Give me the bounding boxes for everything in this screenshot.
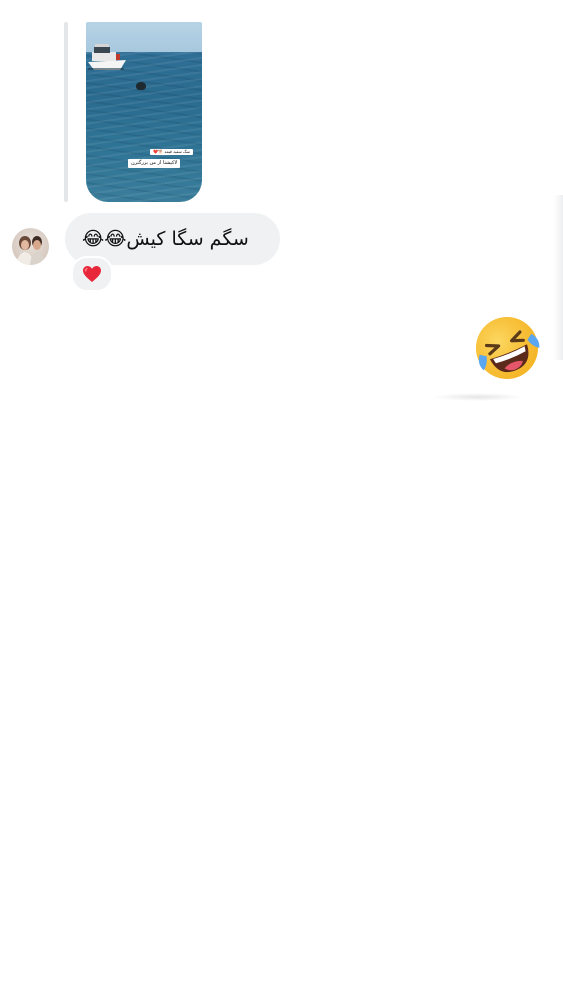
- message-text: سگم سگا کیش😂😂: [82, 228, 249, 250]
- post-caption-main: لاکپشتا از من بزرگترن: [128, 159, 181, 168]
- post-caption-top: سگ سفید قیفه 🐕❤️: [150, 149, 193, 155]
- post-sea: [86, 52, 202, 202]
- heart-reaction[interactable]: [71, 256, 113, 292]
- heart-icon: [83, 266, 101, 282]
- rolling-laughing-emoji[interactable]: [473, 314, 541, 382]
- emoji-shadow: [432, 393, 524, 401]
- swimmer-figure: [136, 82, 146, 90]
- chat-thread: سگ سفید قیفه 🐕❤️ لاکپشتا از من بزرگترن س…: [0, 0, 563, 1000]
- reply-quote-bar: [64, 22, 68, 202]
- boat-image: [88, 44, 126, 70]
- side-edge: [554, 195, 563, 360]
- avatar[interactable]: [12, 228, 49, 265]
- avatar-photo: [16, 236, 46, 265]
- shared-post-thumbnail[interactable]: سگ سفید قیفه 🐕❤️ لاکپشتا از من بزرگترن: [86, 22, 202, 202]
